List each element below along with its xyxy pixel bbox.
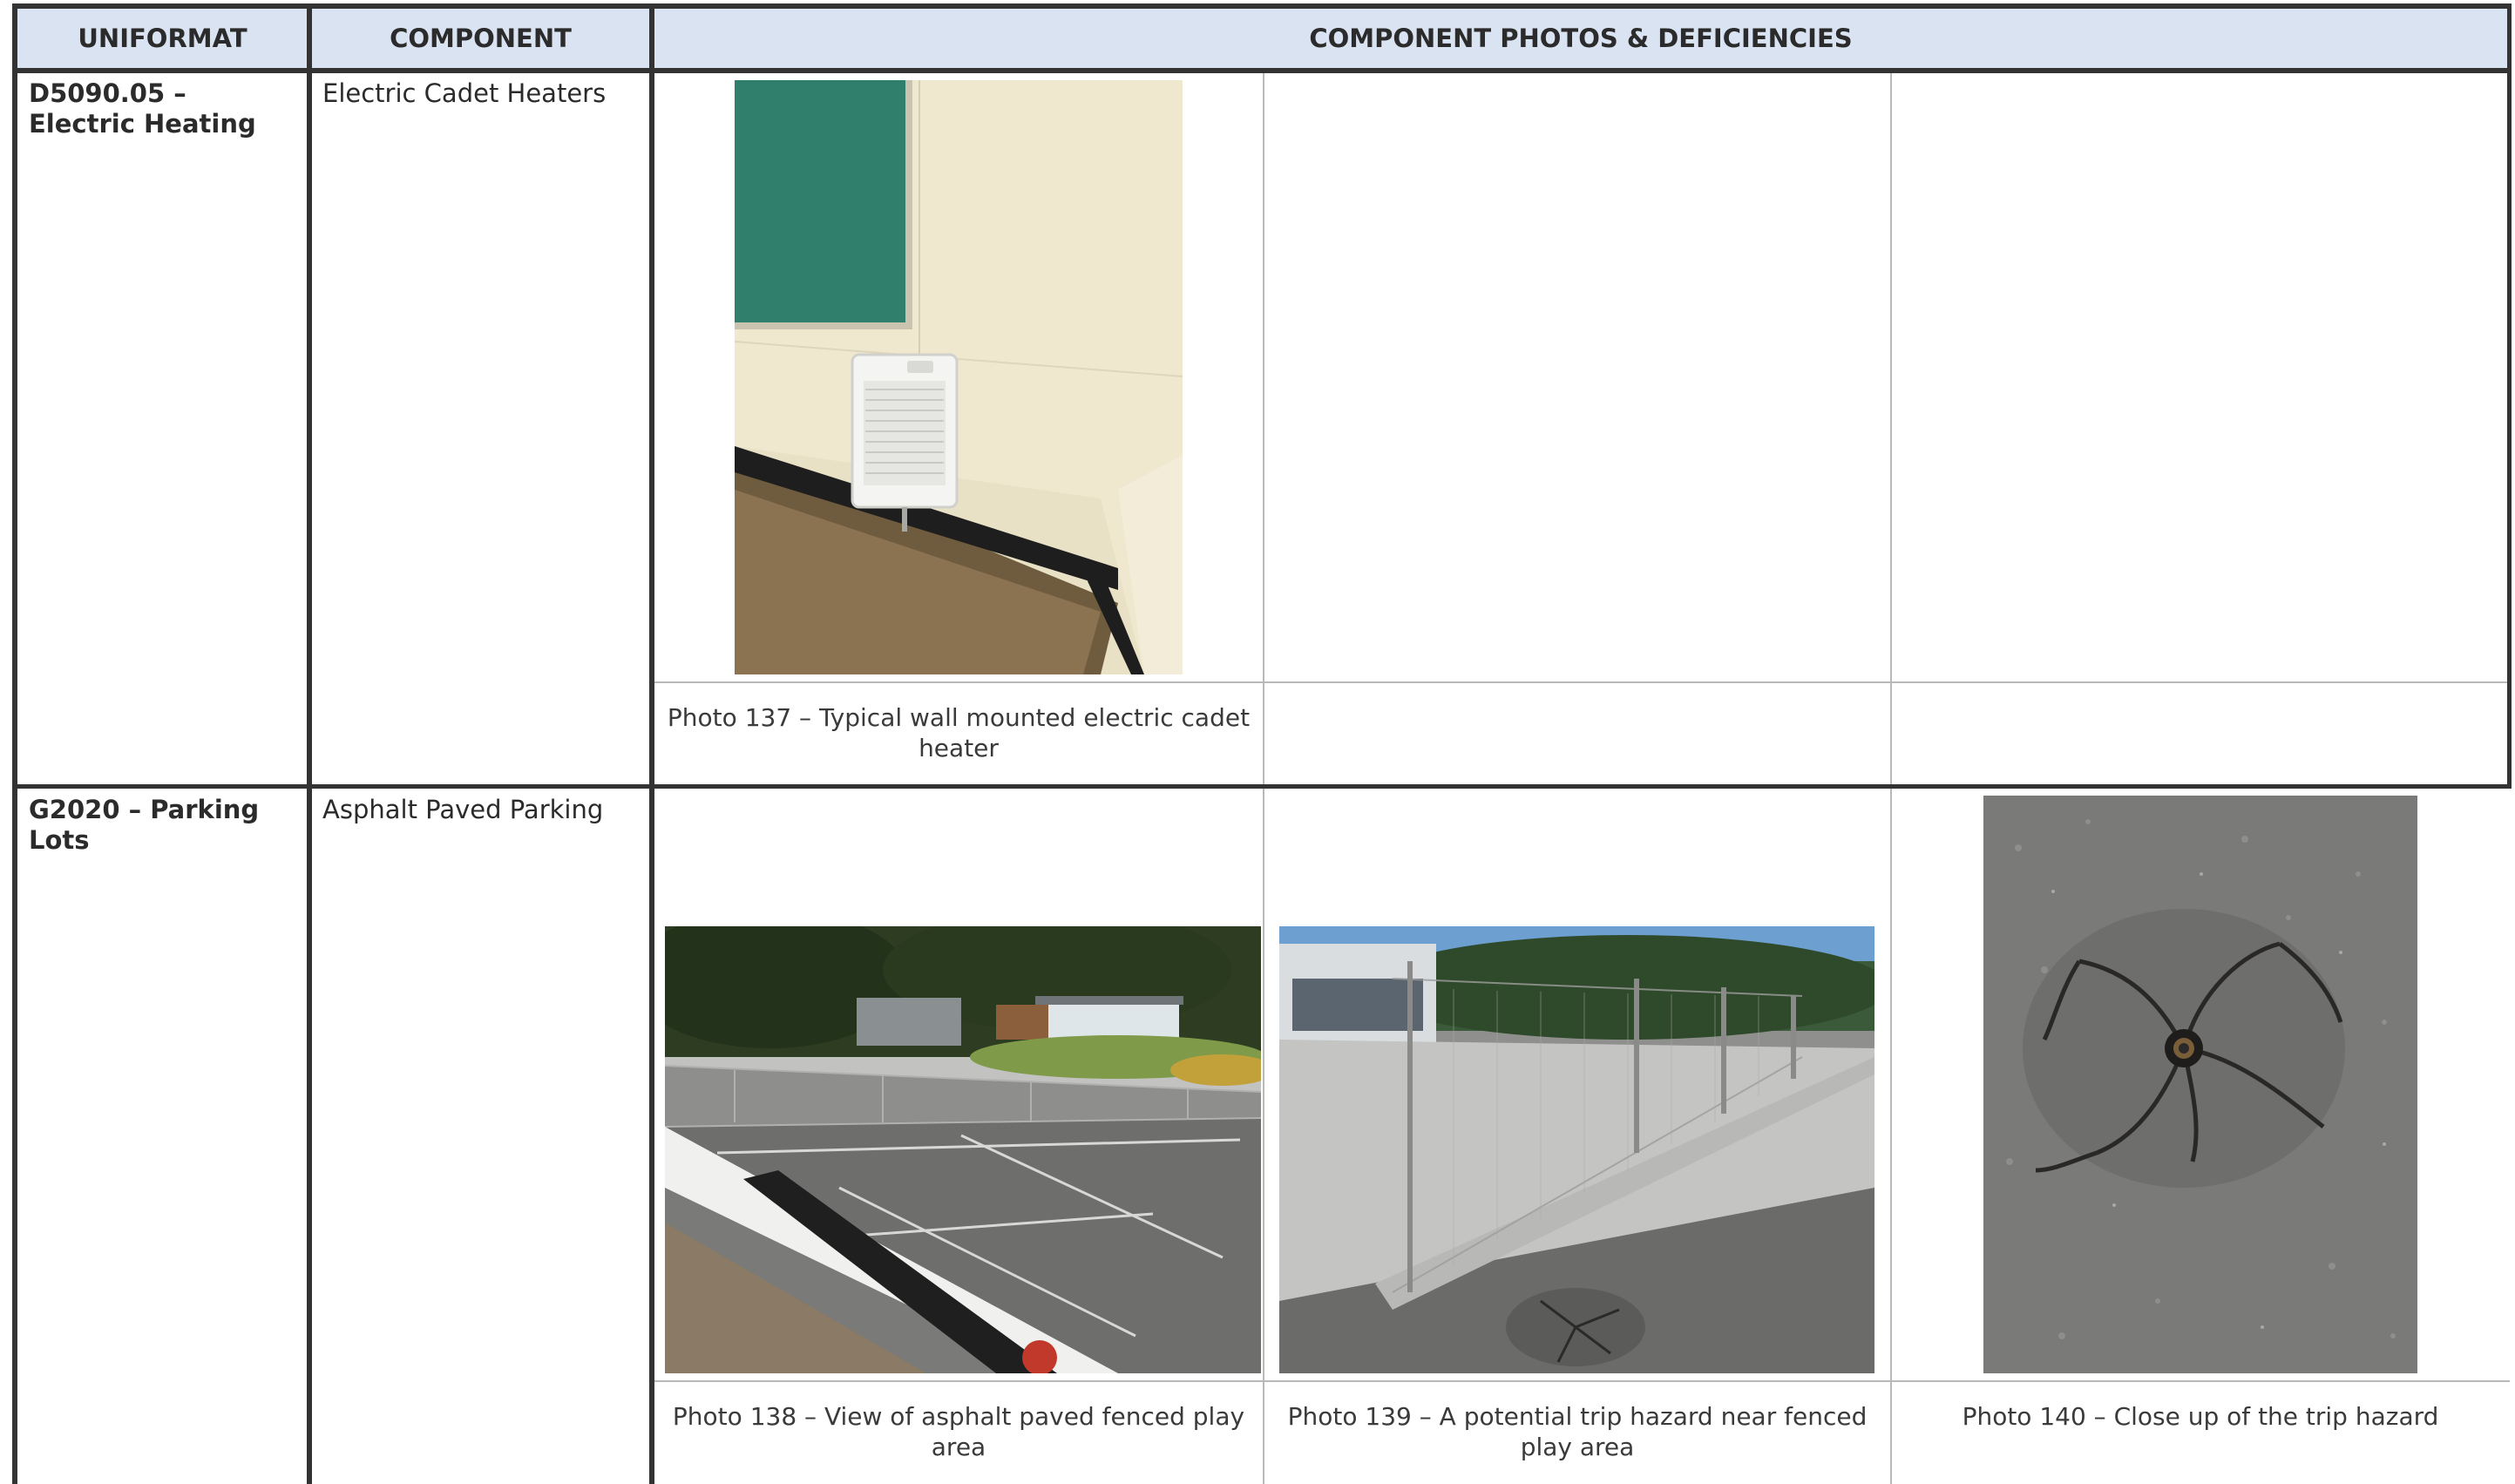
col-divider-uniformat (307, 3, 312, 1484)
caption-row1-col3 (1895, 702, 2505, 772)
table-left-border (12, 3, 17, 1484)
photo-140-closeup (1983, 796, 2417, 1373)
header-photos-deficiencies: COMPONENT PHOTOS & DEFICIENCIES (1309, 24, 1853, 53)
heater-photo-image (735, 80, 1183, 674)
row1-uniformat: D5090.05 – Electric Heating (29, 78, 256, 139)
header-component: COMPONENT (390, 24, 572, 53)
trip-hazard-photo-image (1279, 926, 1874, 1373)
photo-col-divider-2 (1890, 71, 1892, 1484)
row1-caption-divider (654, 681, 2510, 683)
caption-photo-138: Photo 138 – View of asphalt paved fenced… (672, 1402, 1245, 1461)
row-separator (12, 784, 2512, 789)
photo-col-divider-1 (1263, 71, 1264, 1484)
table-right-border (2507, 3, 2512, 788)
caption-photo-140: Photo 140 – Close up of the trip hazard (1962, 1402, 2439, 1431)
photo-139-trip-hazard (1279, 926, 1874, 1373)
row2-component: Asphalt Paved Parking (322, 795, 604, 824)
header-bottom-border (12, 68, 2512, 73)
table-top-border (12, 3, 2512, 9)
caption-photo-137: Photo 137 – Typical wall mounted electri… (667, 703, 1251, 762)
col-divider-component (649, 3, 654, 1484)
row1-component: Electric Cadet Heaters (322, 78, 607, 108)
header-uniformat: UNIFORMAT (78, 24, 247, 53)
photo-138-play-area (665, 926, 1261, 1373)
photo-137-heater (735, 80, 1183, 674)
row2-uniformat: G2020 – Parking Lots (29, 795, 260, 855)
caption-row1-col2 (1268, 702, 1878, 772)
play-area-photo-image (665, 926, 1261, 1373)
caption-photo-139: Photo 139 – A potential trip hazard near… (1287, 1402, 1868, 1461)
closeup-photo-image (1983, 796, 2417, 1373)
row2-caption-divider (654, 1380, 2510, 1382)
